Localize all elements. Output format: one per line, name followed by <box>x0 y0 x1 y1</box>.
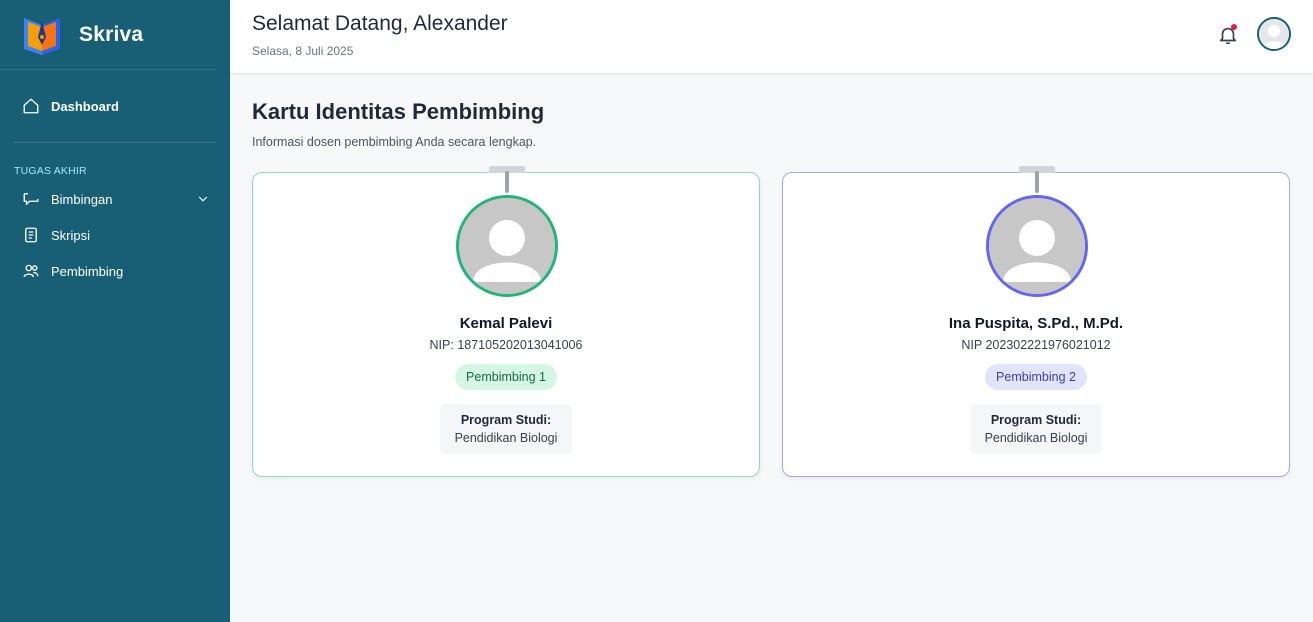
sidebar-item-label: Dashboard <box>51 98 119 114</box>
top-header: Selamat Datang, Alexander Selasa, 8 Juli… <box>230 0 1313 74</box>
supervisor-name: Ina Puspita, S.Pd., M.Pd. <box>948 315 1124 332</box>
sidebar-item-bimbingan[interactable]: Bimbingan <box>0 181 230 217</box>
brand-name: Skriva <box>79 22 144 46</box>
page-title: Kartu Identitas Pembimbing <box>252 99 545 124</box>
brand[interactable]: Skriva <box>0 0 216 70</box>
program-label: Program Studi: <box>460 413 552 427</box>
supervisor-nip: NIP 202302221976021012 <box>961 338 1111 352</box>
chevron-down-icon[interactable] <box>196 192 210 206</box>
program-box: Program Studi: Pendidikan Biologi <box>970 404 1102 454</box>
status-badge: Pembimbing 1 <box>455 364 557 390</box>
document-icon <box>22 226 40 244</box>
lanyard-strap <box>505 171 509 193</box>
avatar <box>456 195 558 297</box>
sidebar-item-skripsi[interactable]: Skripsi <box>0 217 230 253</box>
current-date: Selasa, 8 Juli 2025 <box>252 44 354 58</box>
sidebar-item-label: Pembimbing <box>51 263 124 279</box>
supervisor-nip: NIP: 187105202013041006 <box>429 338 583 352</box>
supervisor-card: Kemal Palevi NIP: 187105202013041006 Pem… <box>252 166 760 477</box>
sidebar-divider <box>14 142 216 143</box>
program-value: Pendidikan Biologi <box>984 431 1088 445</box>
program-box: Program Studi: Pendidikan Biologi <box>440 404 572 454</box>
sidebar-item-dashboard[interactable]: Dashboard <box>0 88 230 124</box>
home-icon <box>22 97 40 115</box>
user-avatar[interactable] <box>1257 17 1291 51</box>
avatar <box>986 195 1088 297</box>
sidebar-item-label: Bimbingan <box>51 191 113 207</box>
chat-icon <box>22 190 40 208</box>
notification-bell-icon[interactable] <box>1217 24 1239 46</box>
sidebar-item-pembimbing[interactable]: Pembimbing <box>0 253 230 289</box>
sidebar-item-label: Skripsi <box>51 227 91 243</box>
greeting: Selamat Datang, Alexander <box>252 12 508 35</box>
notification-dot <box>1231 24 1237 30</box>
users-icon <box>22 262 40 280</box>
page-subtitle: Informasi dosen pembimbing Anda secara l… <box>252 135 537 149</box>
supervisor-name: Kemal Palevi <box>459 315 553 332</box>
lanyard-strap <box>1035 171 1039 193</box>
section-label: TUGAS AKHIR <box>14 165 87 177</box>
program-value: Pendidikan Biologi <box>454 431 558 445</box>
status-badge: Pembimbing 2 <box>985 364 1087 390</box>
supervisor-card: Ina Puspita, S.Pd., M.Pd. NIP 2023022219… <box>782 166 1290 477</box>
sidebar: Skriva Dashboard TUGAS AKHIR Bimbingan S… <box>0 0 230 622</box>
book-logo-icon <box>24 17 60 55</box>
program-label: Program Studi: <box>990 413 1082 427</box>
